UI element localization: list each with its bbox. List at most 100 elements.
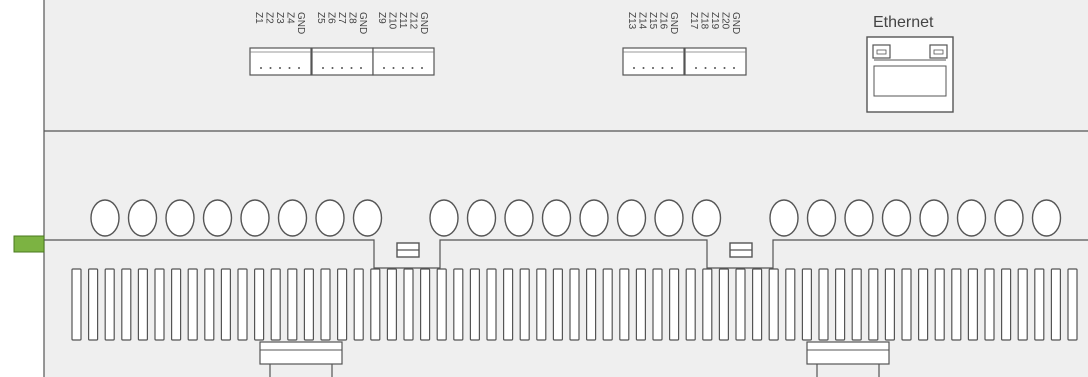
vent-slot (668, 268, 680, 341)
vent-slot (287, 268, 298, 341)
terminal-pin-dot (322, 67, 324, 69)
vent-slot (868, 268, 879, 341)
terminal-label: Z14 (637, 12, 648, 30)
vent-slot (768, 268, 779, 341)
terminal-pin-dot (661, 67, 664, 69)
terminal-pin-dot (350, 67, 353, 69)
terminal-pin-dot (652, 67, 654, 69)
terminal-label: Z10 (387, 12, 398, 30)
terminal-pin-dot (411, 67, 414, 69)
terminal-pin-dot (704, 67, 707, 69)
led-indicator (240, 199, 270, 237)
terminal-pin-dot (298, 67, 300, 69)
vent-slot (254, 268, 265, 341)
vent-slot (917, 268, 929, 341)
vent-slot (685, 268, 696, 341)
terminal-label: Z6 (326, 12, 337, 24)
vent-slot (237, 268, 248, 341)
terminal-label: Z9 (376, 12, 387, 24)
terminal-label: Z16 (658, 12, 669, 30)
terminal-label: Z18 (699, 12, 710, 30)
terminal-pin-dot (671, 67, 673, 69)
vent-slot (967, 268, 979, 341)
led-indicator (165, 199, 195, 237)
terminal-label: GND (295, 12, 306, 34)
terminal-pin-dot (341, 67, 343, 69)
terminal-pin-dot (723, 67, 726, 69)
vent-slot (718, 268, 730, 341)
terminal-pin-dot (360, 67, 362, 69)
vent-slot (901, 268, 912, 341)
led-indicator (881, 199, 912, 237)
vent-slot (635, 268, 647, 341)
vent-slot (403, 268, 414, 341)
vent-slot (1000, 268, 1012, 341)
led-indicator (994, 199, 1024, 237)
side-mount-tab (13, 235, 45, 253)
terminal-label: Z19 (709, 12, 720, 30)
vent-slot (303, 268, 314, 341)
vent-slot (104, 268, 115, 341)
led-indicator (90, 199, 120, 237)
vent-slot (552, 268, 564, 341)
vent-slot (436, 268, 447, 341)
terminal-pin-dot (383, 67, 385, 69)
terminal-pin-dot (733, 67, 735, 69)
led-indicator (806, 199, 837, 237)
vent-slot (187, 268, 198, 341)
vent-slot (652, 268, 663, 341)
led-indicator (844, 199, 874, 237)
vent-slot (353, 268, 364, 341)
led-indicator (919, 199, 949, 237)
vent-slot (1067, 268, 1078, 341)
vent-slot (453, 268, 464, 341)
terminal-pin-dot (269, 67, 272, 69)
led-indicator (466, 199, 497, 237)
vent-slot (851, 268, 862, 341)
vent-slot (884, 268, 896, 341)
ethernet-led-left-inner (876, 49, 887, 55)
vent-slot (171, 268, 182, 341)
terminal-label: GND (668, 12, 679, 34)
led-indicator (956, 199, 987, 237)
vent-slot (486, 268, 497, 341)
vent-slot (751, 268, 763, 341)
vent-slot (1034, 268, 1045, 341)
terminal-label: Z4 (285, 12, 296, 24)
din-clip-body (259, 341, 343, 365)
vent-slot (370, 268, 381, 341)
terminal-pin-dot (714, 67, 716, 69)
terminal-pin-dot (288, 67, 291, 69)
vent-slot (87, 268, 99, 341)
terminal-label: Z13 (626, 12, 637, 30)
vent-slot (585, 268, 597, 341)
terminal-label: Z3 (274, 12, 285, 24)
vent-slot (951, 268, 962, 341)
led-indicator (202, 199, 233, 237)
vent-slot (702, 268, 713, 341)
led-indicator (315, 199, 345, 237)
led-indicator (654, 199, 684, 237)
terminal-pin-dot (331, 67, 334, 69)
vent-slot (220, 268, 231, 341)
led-indicator (691, 199, 722, 237)
terminal-pin-dot (260, 67, 262, 69)
vent-slot (503, 268, 514, 341)
vent-slot (386, 268, 397, 341)
ethernet-label: Ethernet (873, 14, 934, 31)
led-indicator (1031, 199, 1062, 237)
ventilation-grille (71, 268, 1078, 341)
terminal-pin-dot (392, 67, 395, 69)
led-indicator (769, 199, 799, 237)
vent-slot (619, 268, 630, 341)
terminal-label: Z2 (264, 12, 275, 24)
led-indicator (504, 199, 534, 237)
vent-slot (121, 268, 132, 341)
vent-slot (735, 268, 746, 341)
led-indicator (277, 199, 308, 237)
vent-slot (1017, 268, 1028, 341)
terminal-label: GND (418, 12, 429, 34)
vent-slot (536, 268, 547, 341)
ethernet-led-right-inner (933, 49, 944, 55)
din-clip-body (806, 341, 890, 365)
